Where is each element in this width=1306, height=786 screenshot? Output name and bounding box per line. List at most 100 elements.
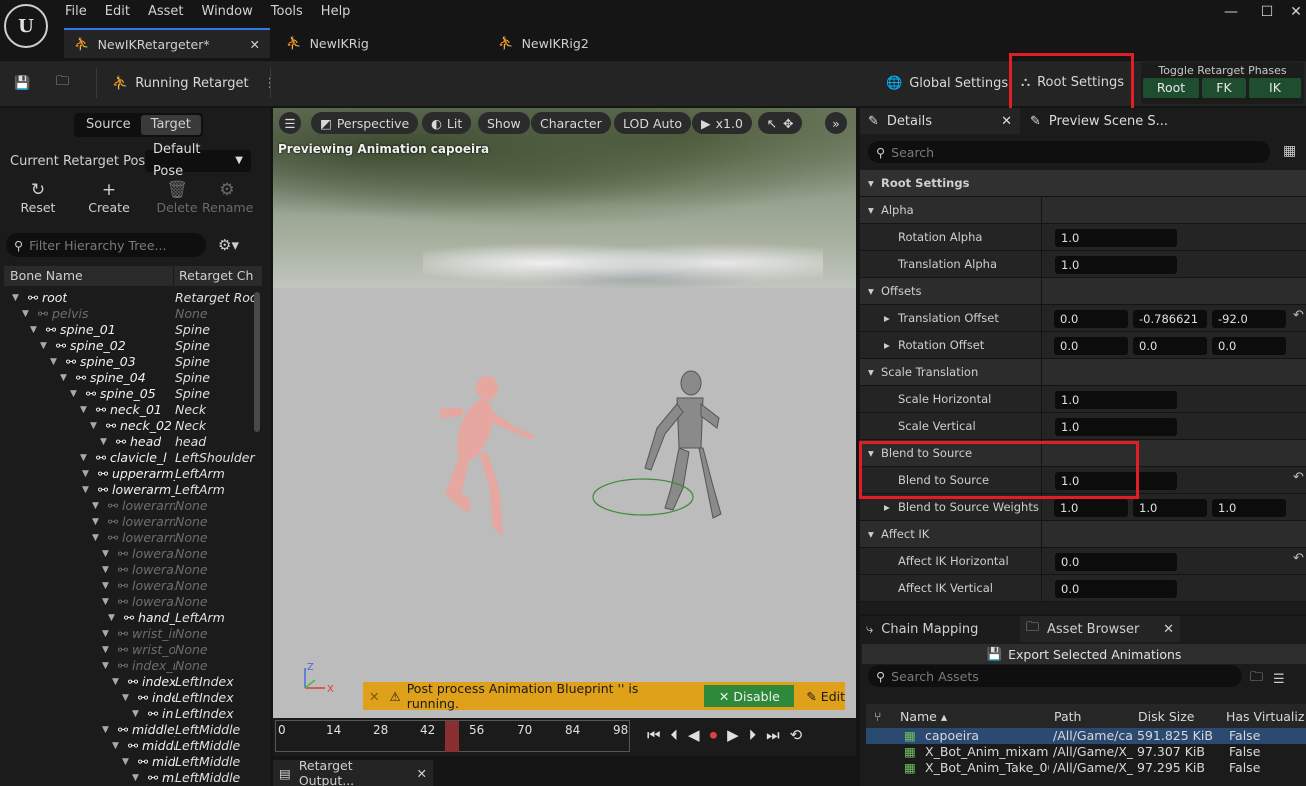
bone-row[interactable]: ▼ ⚯ middl LeftMiddle [4,738,254,754]
tab-preview-scene[interactable]: ✎ Preview Scene S... [1024,108,1194,134]
expand-icon[interactable]: ▸ [884,332,890,358]
alpha-category[interactable]: ▾ Alpha [860,197,1306,224]
expand-arrow-icon[interactable]: ▼ [12,290,19,306]
translation-offset-z[interactable]: -92.0 [1212,310,1286,328]
rotation-offset-x[interactable]: 0.0 [1054,337,1128,355]
column-virtualized[interactable]: Has Virtualiz [1222,709,1304,724]
bone-row[interactable]: ▼ ⚯ neck_01 Neck [4,402,254,418]
expand-arrow-icon[interactable]: ▼ [80,402,87,418]
bone-chain[interactable]: None [175,578,208,594]
expand-arrow-icon[interactable]: ▼ [122,690,129,706]
playhead[interactable] [445,721,459,752]
bone-row[interactable]: ▼ ⚯ neck_02 Neck [4,418,254,434]
bone-row[interactable]: ▼ ⚯ lowerar None [4,594,254,610]
step-back-icon[interactable]: ⏴ [671,726,679,744]
tab-retargeter[interactable]: ⛹ NewIKRetargeter* ✕ [64,28,270,58]
dismiss-icon[interactable]: ✕ [369,689,379,704]
translation-offset-x[interactable]: 0.0 [1054,310,1128,328]
column-disk-size[interactable]: Disk Size [1134,709,1222,724]
expand-arrow-icon[interactable]: ▼ [30,322,37,338]
play-icon[interactable]: ▶ [727,726,739,744]
bone-chain[interactable]: None [175,658,208,674]
rename-button[interactable]: ⚙ Rename [202,180,253,215]
scrollbar[interactable] [254,292,260,432]
blend-weight-y[interactable]: 1.0 [1133,499,1207,517]
menu-tools[interactable]: Tools [262,0,312,24]
bone-row[interactable]: ▼ ⚯ spine_01 Spine [4,322,254,338]
maximize-icon[interactable]: ☐ [1252,4,1282,24]
bone-row[interactable]: ▼ ⚯upperarm_lLeftArm [4,466,254,482]
bone-row[interactable]: ▼ ⚯index_mNone [4,658,254,674]
rotation-offset-z[interactable]: 0.0 [1212,337,1286,355]
bone-row[interactable]: ▼ ⚯ lowerar None [4,578,254,594]
bone-name-column[interactable]: Bone Name [4,266,174,286]
expand-arrow-icon[interactable]: ▼ [80,450,87,466]
skip-end-icon[interactable]: ⏭ [766,726,780,744]
bone-chain[interactable]: Neck [175,418,206,434]
phase-root-toggle[interactable]: Root [1143,78,1199,98]
bone-chain[interactable]: None [175,498,208,514]
bone-row[interactable]: ▼ ⚯ clavicle_l LeftShoulder [4,450,255,466]
settings-gear-icon[interactable]: ⚙▾ [218,236,239,254]
play-reverse-icon[interactable]: ◀ [688,726,700,744]
source-toggle[interactable]: Source [76,115,141,135]
close-tab-icon[interactable]: ✕ [417,766,427,781]
bone-row[interactable]: ▼ ⚯ head head [4,434,254,450]
tab-chain-mapping[interactable]: ⤷ Chain Mapping [860,616,1016,642]
column-name[interactable]: Name ▴ [894,709,1050,724]
edit-button[interactable]: ✎ Edit [806,689,845,704]
expand-arrow-icon[interactable]: ▼ [102,658,109,674]
bone-chain[interactable]: LeftIndex [175,690,234,706]
asset-row[interactable]: ▦ capoeira/All/Game/ca 591.825 KiB False [866,728,1306,744]
tab-details[interactable]: ✎ Details ✕ [860,108,1020,134]
bone-row[interactable]: ▼ ⚯ wrist_ir None [4,626,254,642]
expand-arrow-icon[interactable]: ▼ [122,754,129,770]
bone-chain[interactable]: Retarget Roo [175,290,258,306]
expand-arrow-icon[interactable]: ▼ [102,626,109,642]
expand-arrow-icon[interactable]: ▼ [92,530,99,546]
scale-translation-category[interactable]: ▾ Scale Translation [860,359,1306,386]
close-tab-icon[interactable]: ✕ [250,37,260,52]
bone-row[interactable]: ▼ ⚯ in LeftIndex [4,706,254,722]
translation-alpha-input[interactable]: 1.0 [1055,256,1177,274]
bone-row[interactable]: ▼ ⚯ spine_03 Spine [4,354,254,370]
retarget-chain-column[interactable]: Retarget Ch [174,266,253,286]
bone-chain[interactable]: None [175,546,208,562]
blend-weight-z[interactable]: 1.0 [1212,499,1286,517]
expand-arrow-icon[interactable]: ▼ [92,514,99,530]
bone-chain[interactable]: Spine [175,370,210,386]
global-settings-button[interactable]: 🌐 Global Settings [886,60,1008,106]
folder-icon[interactable]: 🗀 [1250,668,1263,690]
bone-row[interactable]: ▼ ⚯ spine_05 Spine [4,386,254,402]
asset-search-input[interactable]: ⚲ Search Assets [868,665,1242,687]
expand-arrow-icon[interactable]: ▼ [112,674,119,690]
menu-asset[interactable]: Asset [139,0,193,24]
minimize-icon[interactable]: — [1216,4,1246,24]
expand-arrow-icon[interactable]: ▼ [22,306,29,322]
expand-arrow-icon[interactable]: ▼ [82,482,89,498]
save-icon[interactable]: 💾 [14,60,30,106]
delete-button[interactable]: 🗑 Delete [156,180,198,215]
expand-icon[interactable]: ▸ [884,305,890,331]
bone-row[interactable]: ▼ ⚯indeLeftIndex [4,690,254,706]
expand-arrow-icon[interactable]: ▼ [92,498,99,514]
bone-chain[interactable]: None [175,306,208,322]
expand-arrow-icon[interactable]: ▼ [102,594,109,610]
expand-arrow-icon[interactable]: ▼ [50,354,57,370]
bone-chain[interactable]: LeftMiddle [175,754,240,770]
bone-chain[interactable]: None [175,642,208,658]
tab-ikrig2[interactable]: ⛹ NewIKRig2 [488,28,599,58]
retarget-output-tab[interactable]: ▤ Retarget Output... ✕ [273,758,433,786]
details-search-input[interactable]: ⚲ Search [868,141,1270,163]
bone-chain[interactable]: LeftMiddle [175,722,240,738]
rotation-offset-y[interactable]: 0.0 [1133,337,1207,355]
reset-to-default-icon[interactable]: ↶ [1293,308,1304,323]
bone-row[interactable]: ▼ ⚯ wrist_o None [4,642,254,658]
bone-chain[interactable]: Neck [175,402,206,418]
record-icon[interactable]: ⏺ [710,726,718,744]
bone-row[interactable]: ▼ ⚯middle_LeftMiddle [4,722,254,738]
bone-chain[interactable]: LeftShoulder [175,450,255,466]
bone-chain[interactable]: Spine [175,354,210,370]
bone-row[interactable]: ▼ ⚯middLeftMiddle [4,754,254,770]
expand-arrow-icon[interactable]: ▼ [112,738,119,754]
